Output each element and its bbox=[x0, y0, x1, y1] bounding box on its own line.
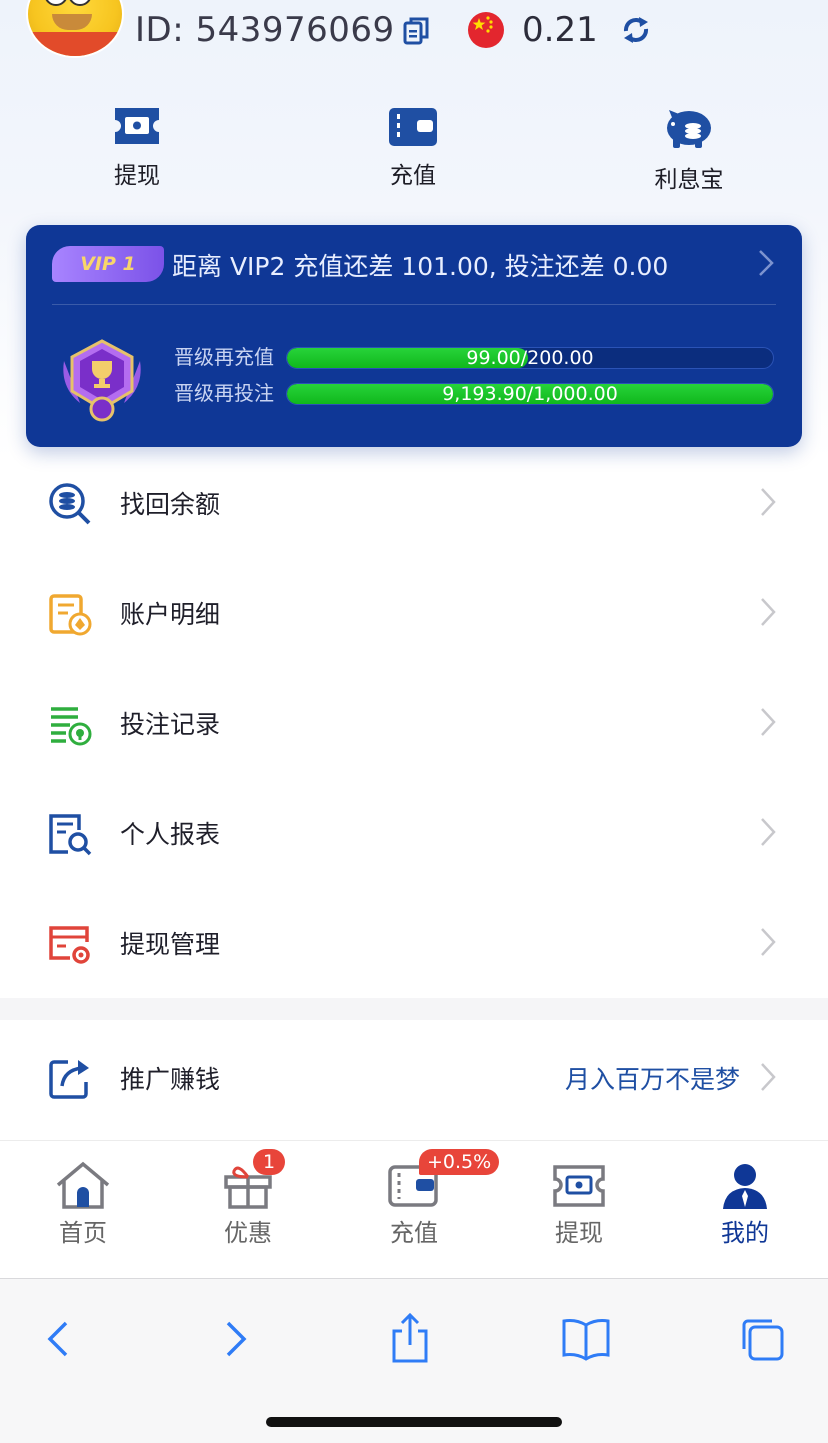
vip-divider bbox=[52, 304, 776, 305]
menu-item-promote-earn[interactable]: 推广赚钱 月入百万不是梦 bbox=[0, 1020, 828, 1136]
balance-amount: 0.21 bbox=[522, 10, 598, 50]
chevron-right-icon bbox=[761, 488, 776, 516]
promotions-count-badge: 1 bbox=[253, 1149, 285, 1175]
back-icon[interactable] bbox=[30, 1311, 86, 1367]
menu-label: 投注记录 bbox=[120, 710, 221, 739]
quick-recharge-label: 充值 bbox=[390, 163, 436, 189]
home-indicator[interactable] bbox=[266, 1417, 562, 1427]
tab-home[interactable]: 首页 bbox=[28, 1161, 138, 1248]
forward-icon[interactable] bbox=[208, 1311, 264, 1367]
tab-withdraw[interactable]: 提现 bbox=[524, 1161, 634, 1248]
avatar[interactable] bbox=[26, 0, 124, 58]
share-icon[interactable] bbox=[382, 1311, 438, 1367]
trophy-medal-icon bbox=[63, 339, 141, 422]
recharge-progress-bar: 99.00/200.00 bbox=[286, 347, 774, 369]
chevron-right-icon bbox=[761, 928, 776, 956]
bet-progress-bar: 9,193.90/1,000.00 bbox=[286, 383, 774, 405]
search-coin-icon bbox=[49, 483, 91, 525]
section-separator bbox=[0, 998, 828, 1020]
menu-label: 个人报表 bbox=[120, 820, 221, 849]
recharge-bonus-badge: +0.5% bbox=[419, 1149, 500, 1175]
piggy-bank-icon bbox=[667, 110, 711, 148]
recharge-progress-label: 晋级再充值 bbox=[174, 345, 274, 369]
menu-item-bet-records[interactable]: 投注记录 bbox=[0, 667, 828, 777]
recharge-progress-text: 99.00/200.00 bbox=[466, 347, 594, 369]
tab-label: 首页 bbox=[59, 1219, 107, 1247]
menu-item-account-details[interactable]: 账户明细 bbox=[0, 557, 828, 667]
withdraw-manage-icon bbox=[49, 926, 90, 964]
vip-card[interactable]: VIP 1 距离 VIP2 充值还差 101.00, 投注还差 0.00 晋级再… bbox=[26, 225, 802, 447]
chevron-right-icon bbox=[759, 250, 774, 276]
copy-icon[interactable] bbox=[402, 16, 430, 46]
chevron-right-icon bbox=[761, 818, 776, 846]
user-id: ID: 543976069 bbox=[135, 10, 395, 50]
account-header: ID: 543976069 0.21 bbox=[0, 0, 828, 70]
account-detail-icon bbox=[49, 594, 92, 636]
tab-recharge[interactable]: 充值 +0.5% bbox=[359, 1149, 500, 1248]
promo-label: 推广赚钱 bbox=[120, 1065, 221, 1094]
bet-progress-label: 晋级再投注 bbox=[174, 381, 274, 405]
refresh-icon[interactable] bbox=[620, 14, 652, 46]
menu-item-personal-report[interactable]: 个人报表 bbox=[0, 777, 828, 887]
chevron-right-icon bbox=[761, 1063, 776, 1091]
quick-interest-label: 利息宝 bbox=[654, 167, 724, 193]
tab-label: 充值 bbox=[390, 1219, 438, 1247]
menu-item-withdraw-management[interactable]: 提现管理 bbox=[0, 887, 828, 997]
china-flag-icon bbox=[468, 12, 504, 48]
menu-label: 账户明细 bbox=[120, 600, 221, 629]
menu-item-recover-balance[interactable]: 找回余额 bbox=[0, 447, 828, 557]
user-icon bbox=[723, 1164, 767, 1209]
vip-upgrade-message: 距离 VIP2 充值还差 101.00, 投注还差 0.00 bbox=[172, 252, 669, 281]
menu-label: 找回余额 bbox=[120, 490, 221, 519]
menu-label: 提现管理 bbox=[120, 930, 221, 959]
bet-progress-text: 9,193.90/1,000.00 bbox=[442, 383, 618, 405]
quick-actions: 提现 充值 利息宝 bbox=[0, 104, 828, 204]
chevron-right-icon bbox=[761, 708, 776, 736]
quick-recharge-button[interactable]: 充值 bbox=[353, 104, 473, 190]
tab-label: 提现 bbox=[555, 1219, 603, 1247]
vip-level-badge: VIP 1 bbox=[52, 246, 164, 282]
tab-mine[interactable]: 我的 bbox=[690, 1161, 800, 1248]
withdraw-ticket-icon bbox=[115, 108, 159, 144]
bet-record-icon bbox=[51, 707, 92, 746]
wallet-icon bbox=[389, 108, 437, 146]
tabs-icon[interactable] bbox=[734, 1311, 790, 1367]
share-icon bbox=[49, 1060, 89, 1099]
tab-label: 我的 bbox=[721, 1219, 769, 1247]
bottom-tab-bar: 首页 优惠 1 充值 +0.5% 提现 我的 bbox=[0, 1140, 828, 1278]
bookmarks-icon[interactable] bbox=[558, 1311, 614, 1367]
tab-promotions[interactable]: 优惠 1 bbox=[193, 1149, 303, 1248]
quick-withdraw-label: 提现 bbox=[114, 163, 160, 189]
chevron-right-icon bbox=[761, 598, 776, 626]
tab-label: 优惠 bbox=[224, 1219, 272, 1247]
withdraw-ticket-icon bbox=[553, 1165, 605, 1207]
promo-slogan: 月入百万不是梦 bbox=[564, 1065, 740, 1094]
report-search-icon bbox=[49, 814, 92, 856]
quick-withdraw-button[interactable]: 提现 bbox=[77, 104, 197, 190]
menu-list: 找回余额 账户明细 投注记录 个人报表 提现管理 bbox=[0, 447, 828, 997]
quick-interest-button[interactable]: 利息宝 bbox=[629, 104, 749, 194]
home-icon bbox=[56, 1161, 110, 1209]
